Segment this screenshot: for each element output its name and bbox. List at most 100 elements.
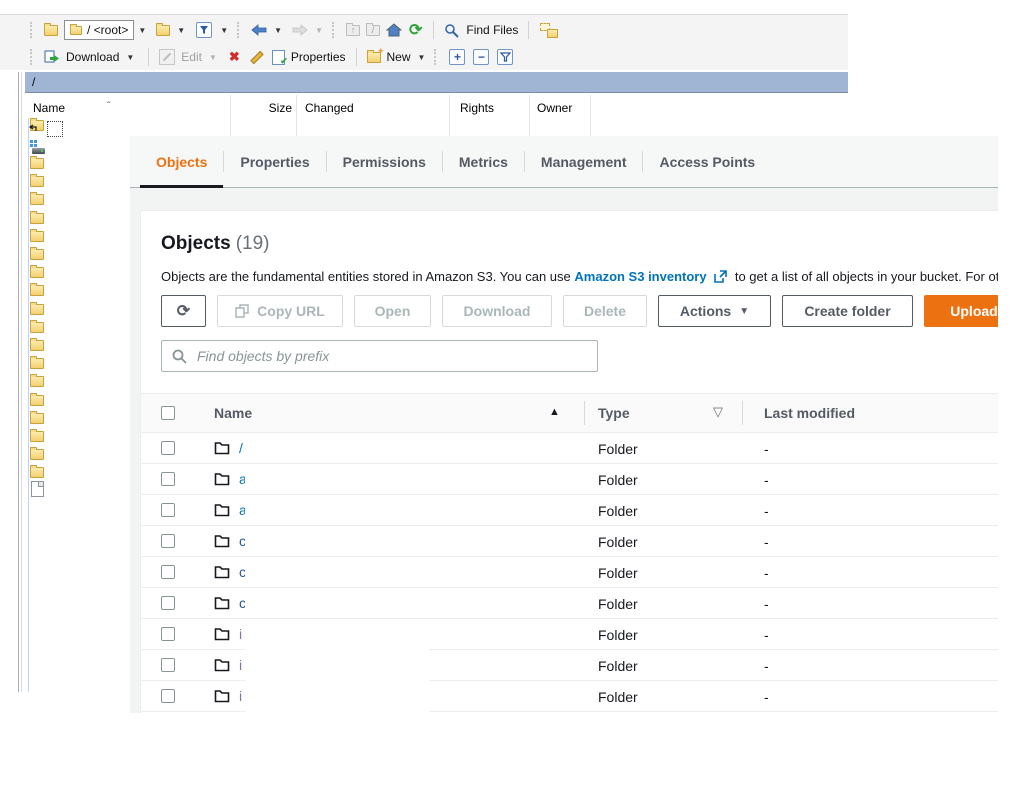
address-dropdown-icon[interactable]: ▼ — [138, 26, 146, 35]
tab-access-points[interactable]: Access Points — [643, 136, 771, 187]
s3-inventory-link[interactable]: Amazon S3 inventory — [574, 269, 706, 284]
object-name-link[interactable]: a — [239, 471, 245, 487]
find-files-label[interactable]: Find Files — [466, 23, 518, 37]
back-icon[interactable] — [251, 24, 267, 36]
row-checkbox[interactable] — [161, 565, 175, 579]
header-last-modified[interactable]: Last modified — [764, 405, 855, 421]
upload-button[interactable]: Upload — [924, 295, 998, 327]
row-checkbox[interactable] — [161, 441, 175, 455]
drive-icon[interactable] — [30, 140, 46, 155]
refresh-icon[interactable]: ⟳ — [409, 20, 422, 40]
column-divider[interactable] — [230, 95, 231, 137]
back-dropdown-icon[interactable]: ▼ — [274, 26, 282, 35]
tab-properties[interactable]: Properties — [224, 136, 325, 187]
toolbar-grip[interactable] — [30, 22, 35, 38]
object-name-link[interactable]: c — [239, 595, 245, 611]
copy-url-button[interactable]: Copy URL — [217, 295, 343, 327]
properties-label[interactable]: Properties — [291, 50, 346, 64]
tree-folder-item[interactable] — [30, 376, 44, 387]
tree-folder-item[interactable] — [30, 395, 44, 406]
tree-folder-item[interactable] — [30, 431, 44, 442]
column-divider[interactable] — [590, 95, 591, 137]
header-name[interactable]: Name — [214, 405, 252, 421]
tree-folder-item[interactable] — [30, 304, 44, 315]
synchronize-browsing-icon[interactable] — [540, 23, 558, 38]
object-name-link[interactable]: a — [239, 502, 245, 518]
delete-icon[interactable]: ✖ — [229, 49, 240, 65]
tree-folder-item[interactable] — [30, 449, 44, 460]
tree-folder-item[interactable] — [30, 285, 44, 296]
find-files-icon[interactable] — [444, 23, 460, 38]
path-bar[interactable]: / — [25, 72, 848, 93]
tree-folder-item[interactable] — [30, 322, 44, 333]
toolbar-grip[interactable] — [434, 49, 439, 65]
tree-folder-item[interactable] — [30, 249, 44, 260]
rename-icon[interactable] — [250, 50, 263, 63]
row-checkbox[interactable] — [161, 472, 175, 486]
tree-folder-item[interactable] — [30, 158, 44, 169]
tree-folder-item[interactable] — [30, 194, 44, 205]
home-icon[interactable] — [386, 23, 402, 37]
header-type[interactable]: Type — [598, 405, 630, 421]
select-all-checkbox[interactable] — [161, 406, 175, 420]
filter-dropdown-icon[interactable]: ▼ — [220, 26, 228, 35]
column-divider[interactable] — [296, 95, 297, 137]
new-dropdown-icon[interactable]: ▼ — [418, 53, 426, 62]
new-label[interactable]: New — [387, 50, 411, 64]
row-checkbox[interactable] — [161, 596, 175, 610]
row-checkbox[interactable] — [161, 503, 175, 517]
download-icon[interactable] — [44, 50, 60, 65]
column-rights[interactable]: Rights — [460, 101, 494, 115]
sort-descending-icon[interactable]: ▽ — [713, 404, 723, 420]
actions-button[interactable]: Actions▼ — [658, 295, 771, 327]
column-size[interactable]: Size — [200, 101, 292, 115]
row-checkbox[interactable] — [161, 627, 175, 641]
tab-permissions[interactable]: Permissions — [327, 136, 442, 187]
row-checkbox[interactable] — [161, 658, 175, 672]
tree-folder-item[interactable] — [30, 467, 44, 478]
open-directory-dropdown-icon[interactable]: ▼ — [177, 26, 185, 35]
row-checkbox[interactable] — [161, 689, 175, 703]
toolbar-grip[interactable] — [332, 22, 337, 38]
tree-folder-item[interactable] — [30, 358, 44, 369]
download-button[interactable]: Download — [442, 295, 552, 327]
properties-icon[interactable]: ✔ — [272, 50, 285, 65]
delete-button[interactable]: Delete — [563, 295, 647, 327]
object-name-link[interactable]: c — [239, 533, 245, 549]
filter-icon[interactable] — [196, 22, 212, 38]
column-divider[interactable] — [529, 95, 530, 137]
tree-folder-item[interactable] — [30, 213, 44, 224]
tab-metrics[interactable]: Metrics — [443, 136, 524, 187]
tree-folder-item[interactable] — [30, 176, 44, 187]
toolbar-grip[interactable] — [237, 22, 242, 38]
search-input[interactable] — [195, 347, 587, 365]
tab-objects[interactable]: Objects — [140, 136, 223, 187]
tree-folder-item[interactable] — [30, 231, 44, 242]
tab-management[interactable]: Management — [525, 136, 643, 187]
new-icon[interactable]: ✦ — [367, 52, 381, 63]
column-owner[interactable]: Owner — [537, 101, 572, 115]
object-name-link[interactable]: / — [239, 440, 243, 456]
row-checkbox[interactable] — [161, 534, 175, 548]
download-dropdown-icon[interactable]: ▼ — [126, 53, 134, 62]
tree-folder-item[interactable] — [30, 267, 44, 278]
tree-folder-item[interactable] — [30, 413, 44, 424]
column-name[interactable]: Name — [33, 101, 65, 115]
address-combo[interactable]: / <root> — [64, 20, 134, 40]
parent-directory-item[interactable] — [30, 120, 44, 131]
object-name-link[interactable]: c — [239, 564, 245, 580]
create-folder-button[interactable]: Create folder — [782, 295, 913, 327]
file-icon[interactable] — [31, 481, 44, 497]
select-filter-icon[interactable] — [497, 49, 513, 65]
open-directory-icon[interactable] — [156, 25, 170, 36]
refresh-button[interactable]: ⟳ — [161, 295, 206, 327]
object-name-link[interactable]: i — [239, 626, 245, 642]
toolbar-grip[interactable] — [30, 49, 35, 65]
open-button[interactable]: Open — [354, 295, 431, 327]
select-minus-icon[interactable]: − — [473, 49, 489, 65]
sort-ascending-icon[interactable]: ▲ — [549, 406, 560, 418]
select-plus-icon[interactable]: + — [449, 49, 465, 65]
column-changed[interactable]: Changed — [305, 101, 354, 115]
column-divider[interactable] — [449, 95, 450, 137]
download-label[interactable]: Download — [66, 50, 119, 64]
